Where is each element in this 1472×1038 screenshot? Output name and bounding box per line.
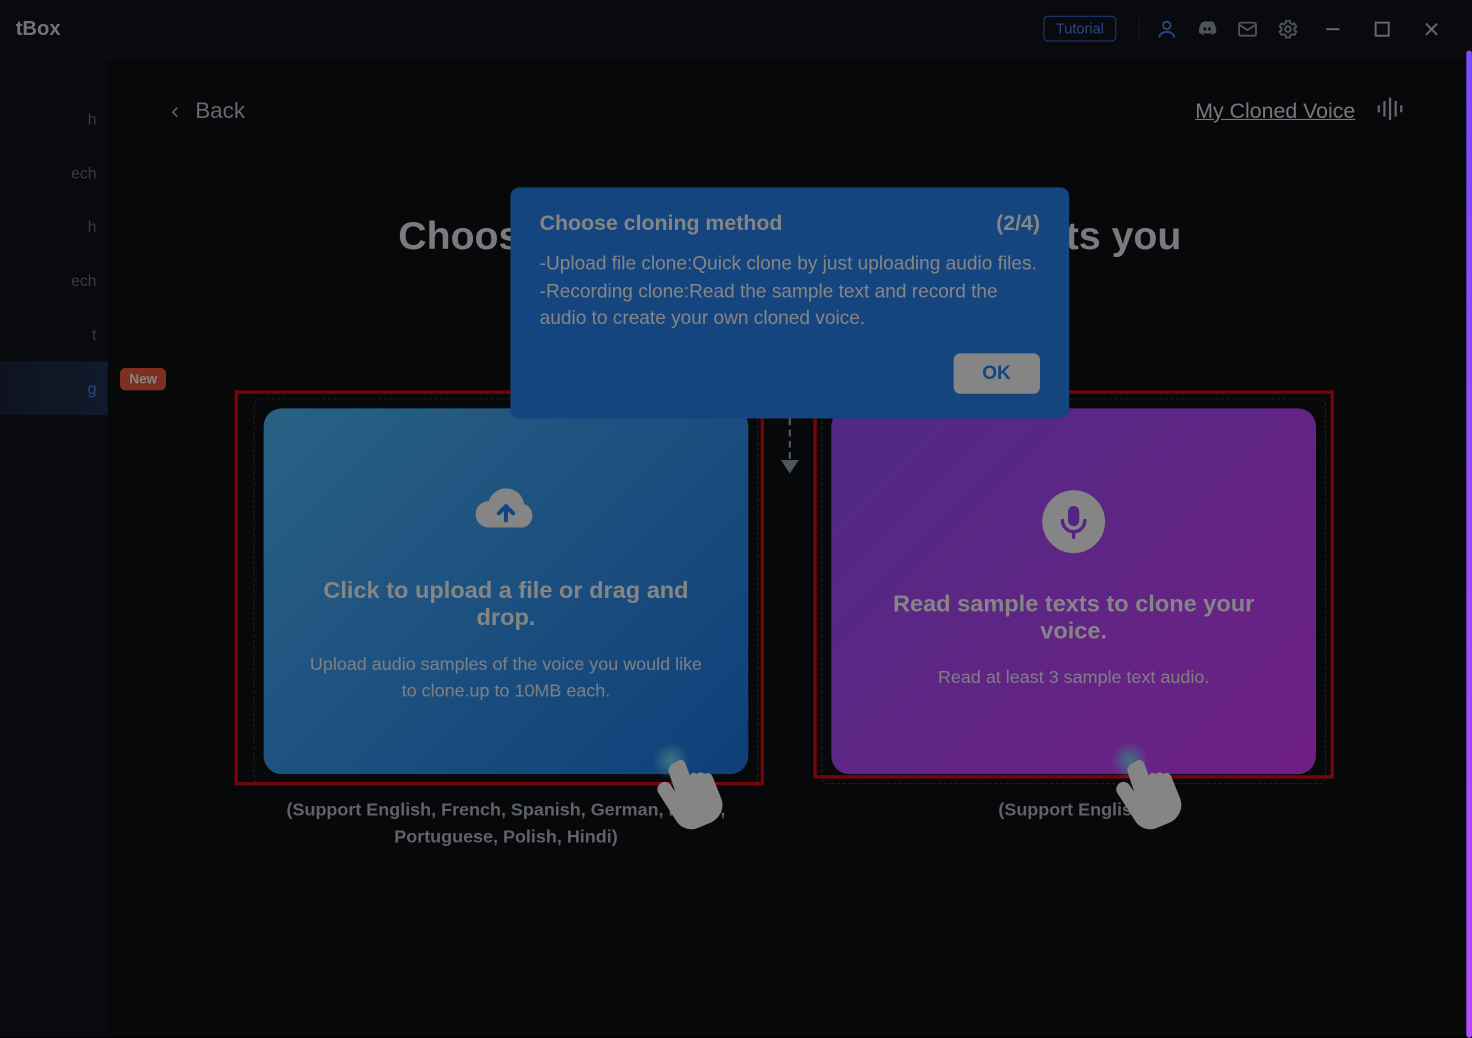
record-voice-card[interactable]: Read sample texts to clone your voice. R…	[831, 408, 1316, 774]
app-name: tBox	[16, 17, 61, 41]
sidebar-item-1[interactable]: ech	[0, 146, 108, 200]
minimize-icon[interactable]	[1317, 13, 1348, 44]
sidebar-item-2[interactable]: h	[0, 200, 108, 254]
record-drop-frame: Read sample texts to clone your voice. R…	[821, 398, 1326, 784]
sidebar-item-0[interactable]: h	[0, 92, 108, 146]
settings-icon[interactable]	[1272, 13, 1303, 44]
sidebar-item-4[interactable]: t	[0, 307, 108, 361]
sidebar-item-3[interactable]: ech	[0, 254, 108, 308]
sidebar: h ech h ech t g New	[0, 58, 108, 1036]
maximize-icon[interactable]	[1366, 13, 1397, 44]
right-accent-bar	[1466, 50, 1472, 1037]
cloud-upload-icon	[475, 477, 538, 540]
divider	[1139, 16, 1140, 41]
upload-support-text: (Support English, French, Spanish, Germa…	[255, 798, 758, 852]
subheader: Back My Cloned Voice	[108, 58, 1472, 126]
upload-drop-frame: Click to upload a file or drag and drop.…	[254, 398, 759, 784]
ok-button[interactable]: OK	[953, 353, 1040, 393]
close-icon[interactable]	[1416, 13, 1447, 44]
popover-line1: -Upload file clone:Quick clone by just u…	[540, 250, 1040, 278]
onboarding-popover: Choose cloning method (2/4) -Upload file…	[510, 187, 1069, 418]
popover-arrow	[781, 418, 799, 479]
record-support-text: (Support English)	[998, 798, 1149, 825]
profile-icon[interactable]	[1151, 13, 1182, 44]
tutorial-button[interactable]: Tutorial	[1044, 16, 1117, 42]
my-cloned-voice-link[interactable]: My Cloned Voice	[1195, 99, 1355, 124]
upload-card-subtitle: Upload audio samples of the voice you wo…	[302, 652, 710, 706]
back-button[interactable]: Back	[166, 99, 245, 125]
record-card-subtitle: Read at least 3 sample text audio.	[938, 665, 1209, 692]
popover-title: Choose cloning method	[540, 212, 783, 237]
upload-card-title: Click to upload a file or drag and drop.	[302, 578, 710, 632]
waveform-icon[interactable]	[1375, 96, 1404, 126]
mail-icon[interactable]	[1232, 13, 1263, 44]
chevron-left-icon	[166, 103, 184, 121]
record-card-title: Read sample texts to clone your voice.	[869, 591, 1277, 645]
title-bar: tBox Tutorial	[0, 0, 1472, 58]
sidebar-item-5[interactable]: g New	[0, 361, 108, 415]
popover-line2: -Recording clone:Read the sample text an…	[540, 278, 1040, 333]
back-label: Back	[195, 99, 245, 125]
discord-icon[interactable]	[1191, 13, 1222, 44]
microphone-icon	[1042, 490, 1105, 553]
upload-file-card[interactable]: Click to upload a file or drag and drop.…	[264, 408, 749, 774]
sidebar-item-label: g	[88, 379, 97, 397]
hand-cursor-icon	[1104, 737, 1212, 845]
popover-step: (2/4)	[996, 212, 1040, 237]
main-content: Back My Cloned Voice Choose the cloning …	[108, 58, 1472, 1036]
